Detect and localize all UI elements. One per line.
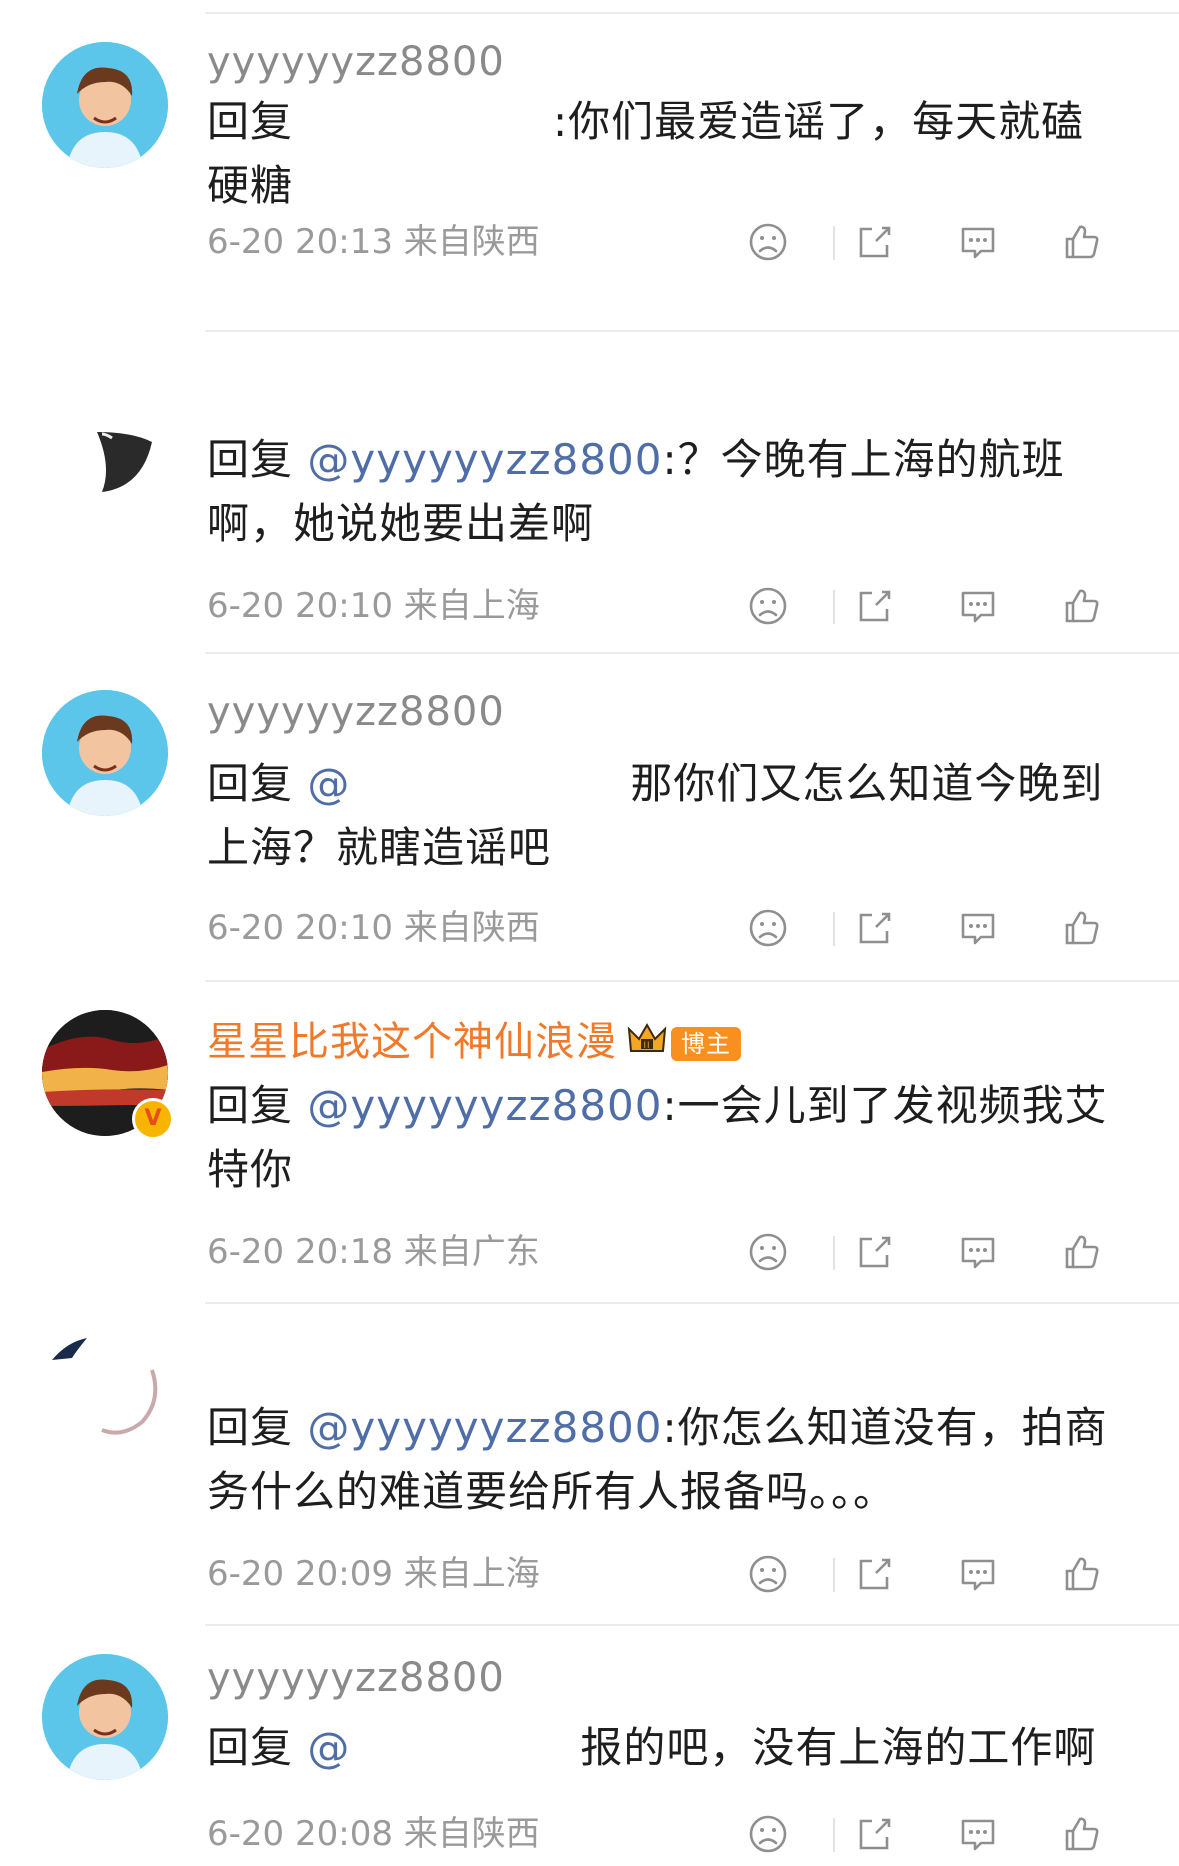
thumbs-up-icon[interactable] [1054, 900, 1110, 956]
action-bar [740, 900, 1150, 956]
action-bar [740, 1546, 1150, 1602]
location: 来自陕西 [403, 1814, 540, 1854]
action-divider [833, 1818, 835, 1852]
frown-face-icon[interactable] [740, 1546, 796, 1602]
top-divider [205, 12, 1179, 14]
location: 来自上海 [403, 1554, 540, 1594]
username[interactable]: yyyyyyzz8800 [207, 1654, 505, 1702]
comment-text: 回复 @yyyyyyzz8800:？今晚有上海的航班啊，她说她要出差啊 [207, 435, 1065, 548]
share-icon[interactable] [846, 900, 902, 956]
comment-bubble-icon[interactable] [950, 214, 1006, 270]
comment-text: 回复 @yyyyyyzz8800:一会儿到了发视频我艾特你 [207, 1081, 1108, 1194]
share-icon[interactable] [846, 214, 902, 270]
action-divider [833, 1558, 835, 1592]
comment-meta: 6-20 20:10 来自上海 [207, 586, 540, 626]
username[interactable]: yyyyyyzz8800 [207, 38, 505, 86]
comment-meta: 6-20 20:13 来自陕西 [207, 222, 540, 262]
thumbs-up-icon[interactable] [1054, 1224, 1110, 1280]
frown-face-icon[interactable] [740, 900, 796, 956]
location: 来自陕西 [403, 908, 540, 948]
action-bar [740, 214, 1150, 270]
comment-divider [205, 1624, 1179, 1626]
timestamp: 6-20 20:09 [207, 1554, 393, 1594]
svg-text:II: II [643, 1040, 650, 1050]
frown-face-icon[interactable] [740, 1806, 796, 1862]
comment-meta: 6-20 20:08 来自陕西 [207, 1814, 540, 1854]
action-divider [833, 590, 835, 624]
location: 来自陕西 [403, 222, 540, 262]
comment-divider [205, 1302, 1179, 1304]
share-icon[interactable] [846, 578, 902, 634]
thumbs-up-icon[interactable] [1054, 1806, 1110, 1862]
comment-meta: 6-20 20:10 来自陕西 [207, 908, 540, 948]
thumbs-up-icon[interactable] [1054, 578, 1110, 634]
action-divider [833, 912, 835, 946]
share-icon[interactable] [846, 1806, 902, 1862]
crown-icon: II [627, 1020, 667, 1068]
avatar[interactable] [42, 42, 168, 168]
avatar[interactable] [42, 690, 168, 816]
thumbs-up-icon[interactable] [1054, 1546, 1110, 1602]
blogger-badge: 博主 [671, 1027, 741, 1061]
comment-bubble-icon[interactable] [950, 900, 1006, 956]
comment-meta: 6-20 20:18 来自广东 [207, 1232, 540, 1272]
mention-link[interactable]: @yyyyyyzz8800 [307, 1403, 662, 1452]
action-divider [833, 226, 835, 260]
timestamp: 6-20 20:10 [207, 586, 393, 626]
comment-bubble-icon[interactable] [950, 1806, 1006, 1862]
location: 来自上海 [403, 586, 540, 626]
comment-text: 回复 @ 那你们又怎么知道今晚到上海？就瞎造谣吧 [207, 759, 1104, 872]
username[interactable]: 星星比我这个神仙浪漫 II 博主 [207, 1018, 741, 1068]
comment-text: 回复 @yyyyyyzz8800:你怎么知道没有，拍商务什么的难道要给所有人报备… [207, 1403, 1108, 1516]
frown-face-icon[interactable] [740, 578, 796, 634]
comment-text: 回复:你们最爱造谣了，每天就磕硬糖 [207, 97, 1085, 210]
timestamp: 6-20 20:13 [207, 222, 393, 262]
username[interactable]: yyyyyyzz8800 [207, 688, 505, 736]
share-icon[interactable] [846, 1224, 902, 1280]
thumbs-up-icon[interactable] [1054, 214, 1110, 270]
comment-divider [205, 980, 1179, 982]
comment-bubble-icon[interactable] [950, 578, 1006, 634]
action-divider [833, 1236, 835, 1270]
mention-link[interactable]: @yyyyyyzz8800 [307, 1081, 662, 1130]
action-bar [740, 1224, 1150, 1280]
verified-badge-icon: V [132, 1098, 174, 1140]
comment-divider [205, 652, 1179, 654]
comment-text: 回复 @ 报的吧，没有上海的工作啊 [207, 1723, 1097, 1772]
action-bar [740, 1806, 1150, 1862]
timestamp: 6-20 20:08 [207, 1814, 393, 1854]
location: 来自广东 [403, 1232, 540, 1272]
frown-face-icon[interactable] [740, 214, 796, 270]
mention-link[interactable]: @yyyyyyzz8800 [307, 435, 662, 484]
comment-divider [205, 330, 1179, 332]
timestamp: 6-20 20:10 [207, 908, 393, 948]
action-bar [740, 578, 1150, 634]
comment-meta: 6-20 20:09 来自上海 [207, 1554, 540, 1594]
timestamp: 6-20 20:18 [207, 1232, 393, 1272]
avatar[interactable] [42, 372, 168, 498]
share-icon[interactable] [846, 1546, 902, 1602]
avatar[interactable] [42, 1654, 168, 1780]
avatar[interactable] [42, 1330, 168, 1456]
comment-bubble-icon[interactable] [950, 1224, 1006, 1280]
frown-face-icon[interactable] [740, 1224, 796, 1280]
comment-bubble-icon[interactable] [950, 1546, 1006, 1602]
